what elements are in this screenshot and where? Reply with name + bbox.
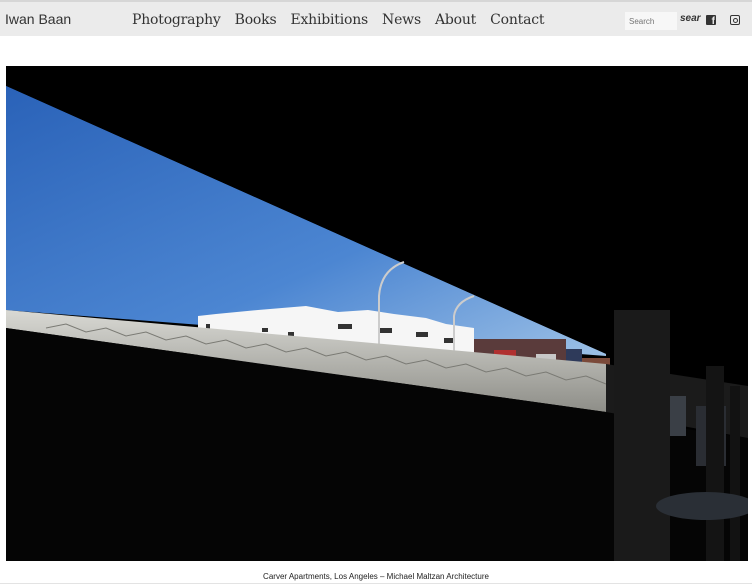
search-input[interactable] [625, 12, 677, 30]
nav-photography[interactable]: Photography [132, 12, 221, 28]
facebook-icon[interactable] [706, 15, 716, 27]
featured-photo[interactable] [6, 66, 748, 561]
search-button[interactable]: sear [680, 13, 702, 24]
nav-books[interactable]: Books [235, 12, 277, 28]
nav-exhibitions[interactable]: Exhibitions [290, 12, 368, 28]
main-nav: Photography Books Exhibitions News About… [132, 12, 558, 28]
site-logo[interactable]: Iwan Baan [5, 11, 71, 27]
photo-caption: Carver Apartments, Los Angeles – Michael… [263, 572, 489, 581]
nav-contact[interactable]: Contact [490, 12, 544, 28]
photo-image [6, 66, 748, 561]
nav-about[interactable]: About [435, 12, 476, 28]
instagram-icon[interactable] [730, 15, 740, 25]
divider [0, 583, 752, 584]
nav-news[interactable]: News [382, 12, 421, 28]
site-header: Iwan Baan Photography Books Exhibitions … [0, 0, 752, 36]
